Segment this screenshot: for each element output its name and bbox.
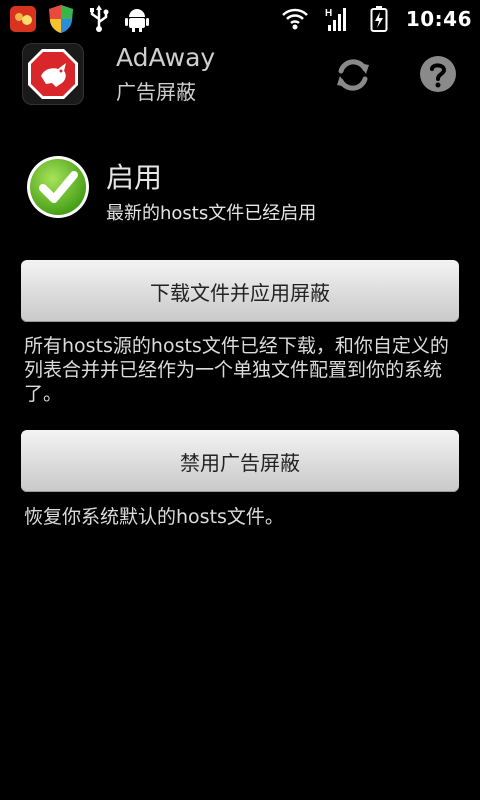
usb-icon — [84, 4, 114, 34]
app-title: AdAway — [116, 43, 216, 72]
battery-charging-icon — [364, 4, 394, 34]
status-bar: H 10:46 — [0, 0, 480, 38]
app-notification-icon[interactable] — [8, 4, 38, 34]
system-icons: H 10:46 — [280, 4, 472, 34]
disable-description: 恢复你系统默认的hosts文件。 — [24, 506, 284, 528]
android-debug-icon — [122, 4, 152, 34]
notification-icons — [8, 4, 152, 34]
check-icon — [26, 155, 90, 219]
refresh-button[interactable] — [332, 54, 374, 96]
download-description: 所有hosts源的hosts文件已经下载，和你自定义的列表合并并已经作为一个单独… — [24, 335, 449, 405]
disable-adblock-button[interactable]: 禁用广告屏蔽 — [21, 430, 459, 492]
help-button[interactable] — [418, 54, 458, 94]
clock-time: 10:46 — [405, 7, 472, 31]
app-subtitle: 广告屏蔽 — [116, 80, 196, 104]
adaway-logo-icon — [22, 43, 84, 105]
refresh-icon — [337, 59, 369, 91]
svg-text:H: H — [325, 8, 332, 19]
download-apply-button[interactable]: 下载文件并应用屏蔽 — [21, 260, 459, 322]
help-icon — [420, 56, 456, 92]
wifi-icon — [280, 4, 310, 34]
status-description: 最新的hosts文件已经启用 — [106, 203, 317, 224]
shield-notification-icon[interactable] — [46, 4, 76, 34]
action-bar: AdAway 广告屏蔽 — [0, 38, 480, 110]
signal-icon: H — [322, 4, 352, 34]
status-title: 启用 — [106, 161, 163, 194]
